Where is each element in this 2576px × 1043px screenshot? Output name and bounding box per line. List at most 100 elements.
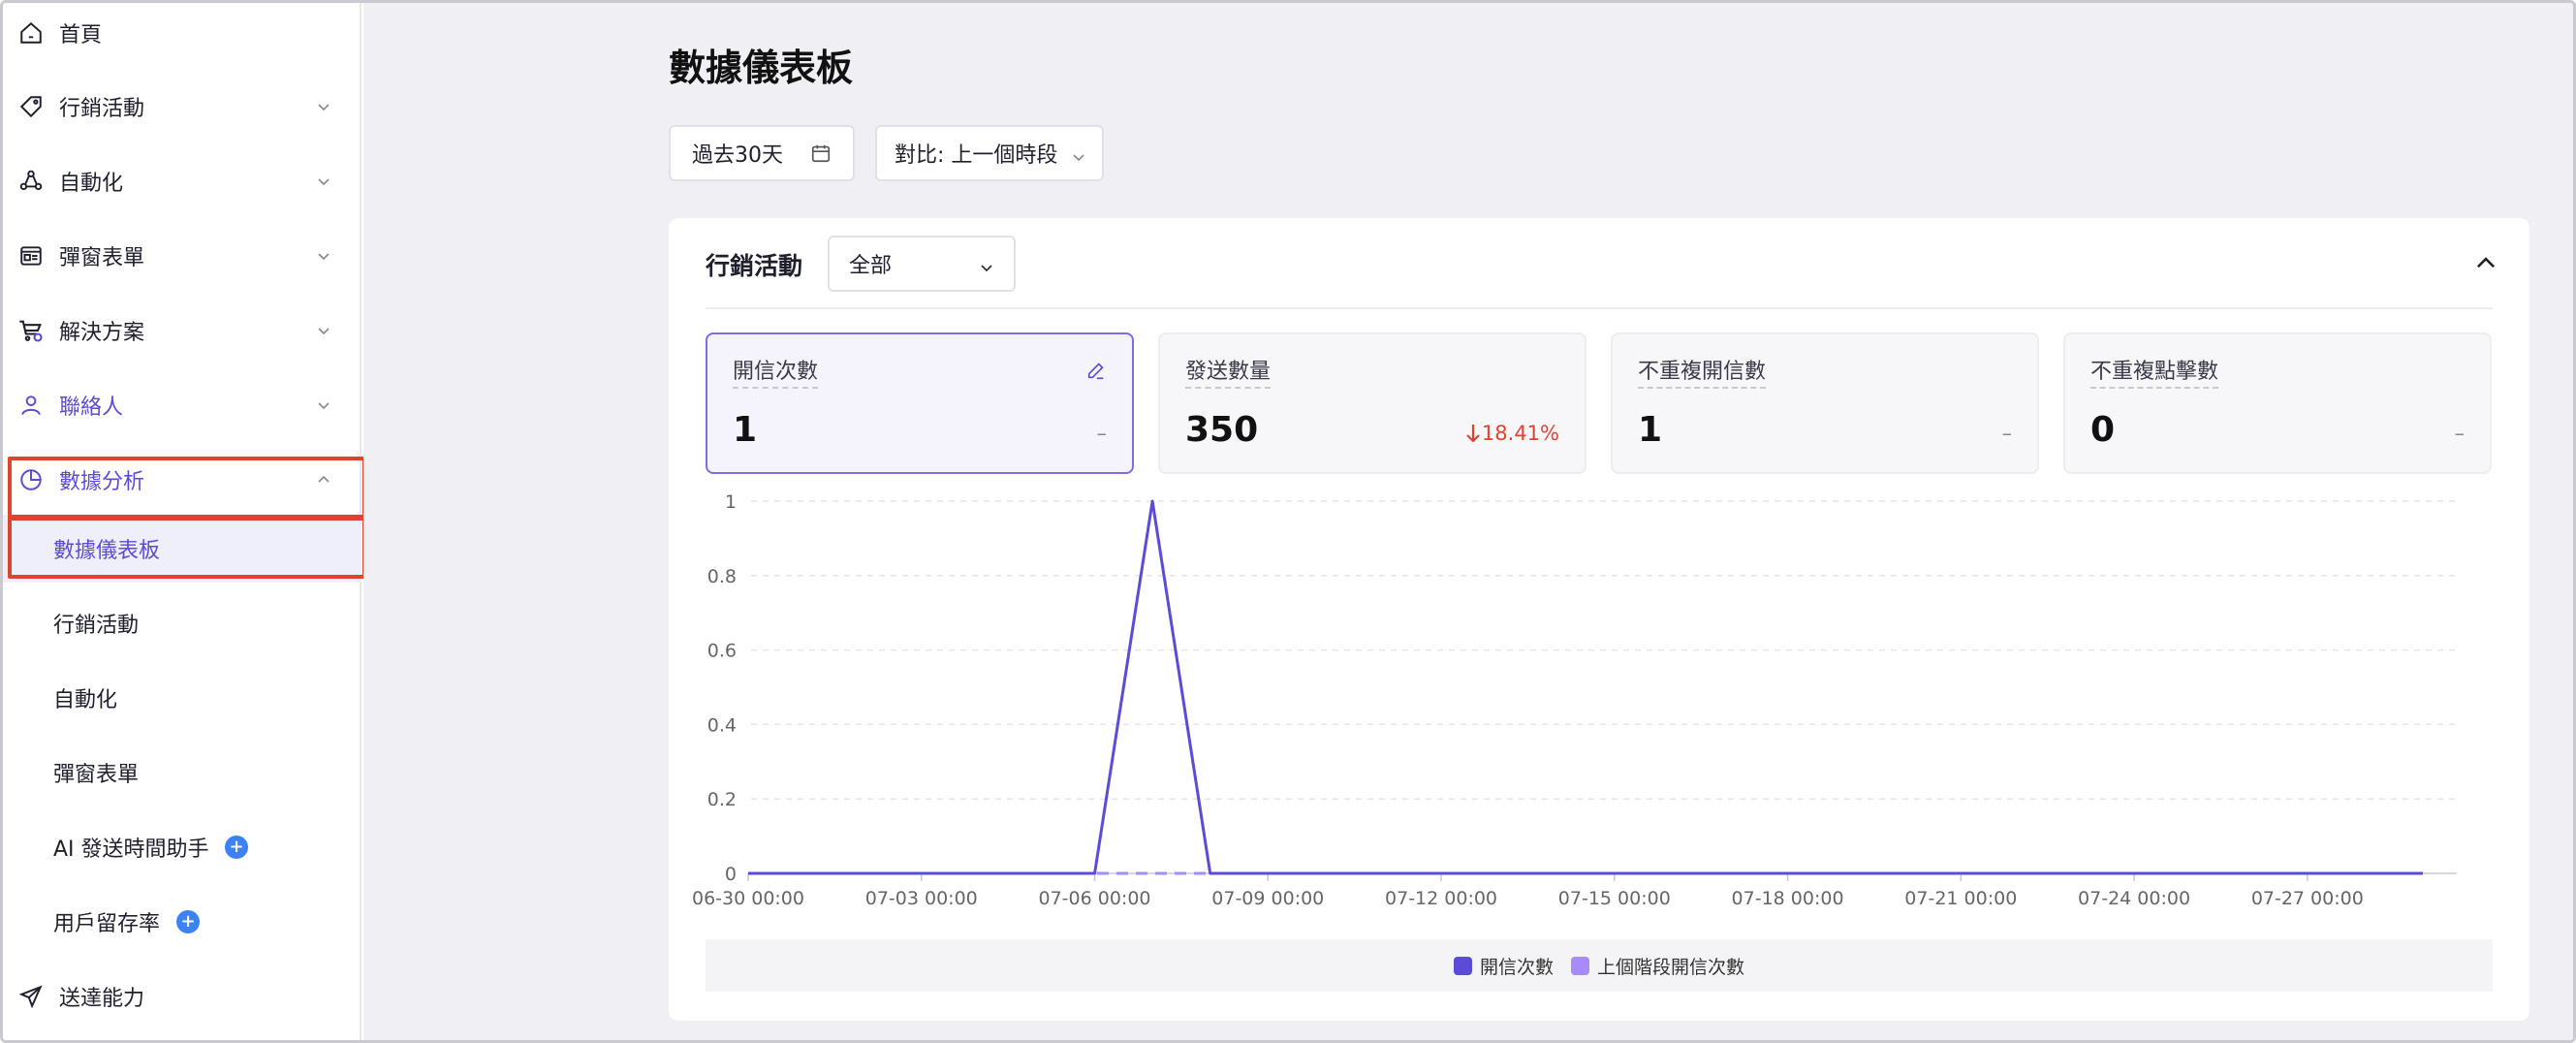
sidebar-item-popup-forms[interactable]: 彈窗表單 bbox=[3, 222, 361, 290]
metric-change: – bbox=[2454, 422, 2466, 445]
cart-icon bbox=[16, 316, 46, 345]
line-chart: 0 0.2 0.4 0.6 0.8 1 06-30 00:00 07-03 00:00 07-0… bbox=[692, 491, 2457, 909]
user-icon bbox=[16, 391, 46, 420]
sidebar-subitem-label: 彈窗表單 bbox=[53, 763, 140, 787]
main-content: 數據儀表板 過去30天 對比: 上一個時段 行銷活動 全部 開信次數 1 – 發… bbox=[363, 3, 2573, 1040]
y-tick-label: 0 bbox=[725, 864, 737, 885]
sidebar-item-label: 數據分析 bbox=[59, 470, 145, 494]
sidebar-subitem-automation[interactable]: 自動化 bbox=[3, 664, 361, 732]
chevron-up-icon bbox=[2476, 257, 2496, 269]
sidebar-item-label: 解決方案 bbox=[59, 321, 145, 345]
x-tick-label: 07-15 00:00 bbox=[1558, 888, 1671, 909]
x-tick-label: 07-24 00:00 bbox=[2078, 888, 2190, 909]
home-icon bbox=[16, 18, 46, 47]
sidebar-item-deliverability[interactable]: 送達能力 bbox=[3, 963, 361, 1030]
y-tick-label: 0.8 bbox=[707, 566, 737, 587]
sidebar-item-solutions[interactable]: 解決方案 bbox=[3, 297, 361, 364]
metric-card-sends[interactable]: 發送數量 350 18.41% bbox=[1158, 332, 1586, 474]
metric-label: 發送數量 bbox=[1185, 354, 1272, 389]
sidebar-subitem-campaigns[interactable]: 行銷活動 bbox=[3, 589, 361, 657]
chevron-down-icon bbox=[315, 98, 332, 115]
send-icon bbox=[16, 982, 46, 1011]
sidebar-subitem-label: 行銷活動 bbox=[53, 614, 140, 638]
metric-change: 18.41% bbox=[1481, 422, 1559, 445]
chevron-up-icon bbox=[315, 471, 332, 489]
form-icon bbox=[16, 241, 46, 270]
collapse-button[interactable] bbox=[2473, 251, 2498, 276]
metric-card-unique-clicks[interactable]: 不重複點擊數 0 – bbox=[2063, 332, 2492, 474]
y-tick-label: 1 bbox=[725, 491, 737, 513]
x-tick-label: 07-21 00:00 bbox=[1904, 888, 2017, 909]
x-tick-label: 07-27 00:00 bbox=[2251, 888, 2364, 909]
x-tick-label: 07-18 00:00 bbox=[1732, 888, 1844, 909]
series-line-current bbox=[748, 499, 2423, 875]
legend-item-previous[interactable]: 上個階段開信次數 bbox=[1571, 953, 1744, 979]
campaign-select-value: 全部 bbox=[849, 254, 893, 278]
pie-chart-icon bbox=[16, 465, 46, 494]
campaign-card: 行銷活動 全部 開信次數 1 – 發送數量 350 18.41% 不重複開信數 … bbox=[669, 218, 2529, 1021]
chevron-down-icon bbox=[1071, 146, 1086, 171]
sidebar-subitem-retention[interactable]: 用戶留存率 + bbox=[3, 888, 361, 956]
metric-label: 開信次數 bbox=[733, 354, 819, 389]
compare-label: 對比: 上一個時段 bbox=[895, 143, 1058, 168]
sidebar-subitem-label: 自動化 bbox=[53, 688, 118, 712]
legend-label: 開信次數 bbox=[1479, 956, 1554, 978]
sidebar-subitem-label: AI 發送時間助手 bbox=[53, 838, 209, 862]
chevron-down-icon bbox=[979, 257, 994, 281]
compare-select[interactable]: 對比: 上一個時段 bbox=[875, 125, 1104, 181]
y-tick-label: 0.2 bbox=[707, 789, 737, 810]
legend-label: 上個階段開信次數 bbox=[1597, 956, 1745, 978]
metric-change-wrap: 18.41% bbox=[1464, 422, 1559, 445]
legend-swatch bbox=[1453, 956, 1472, 975]
metric-value: 350 bbox=[1185, 410, 1259, 450]
sidebar-subitem-label: 數據儀表板 bbox=[53, 539, 161, 563]
metric-value: 0 bbox=[2090, 410, 2116, 450]
metric-card-unique-opens[interactable]: 不重複開信數 1 – bbox=[1611, 332, 2039, 474]
x-tick-label: 07-09 00:00 bbox=[1211, 888, 1324, 909]
chevron-down-icon bbox=[315, 173, 332, 190]
sidebar-subitem-dashboard[interactable]: 數據儀表板 bbox=[3, 515, 361, 583]
y-tick-label: 0.4 bbox=[707, 714, 737, 736]
tag-icon bbox=[16, 92, 46, 121]
sidebar-subitem-label: 用戶留存率 bbox=[53, 912, 161, 936]
metric-value: 1 bbox=[733, 410, 758, 450]
sidebar-subitem-popup-forms[interactable]: 彈窗表單 bbox=[3, 739, 361, 806]
sidebar-subitem-ai-send-time[interactable]: AI 發送時間助手 + bbox=[3, 813, 361, 881]
sidebar-item-label: 彈窗表單 bbox=[59, 246, 145, 270]
sidebar-item-home[interactable]: 首頁 bbox=[3, 3, 361, 67]
divider bbox=[706, 307, 2493, 309]
legend-item-current[interactable]: 開信次數 bbox=[1453, 953, 1554, 979]
metric-label: 不重複開信數 bbox=[1638, 354, 1767, 389]
sidebar-item-label: 送達能力 bbox=[59, 987, 145, 1011]
edit-icon[interactable] bbox=[1085, 360, 1107, 381]
metric-change: – bbox=[2001, 422, 2013, 445]
sidebar-item-label: 聯絡人 bbox=[59, 395, 124, 420]
sidebar-item-contacts[interactable]: 聯絡人 bbox=[3, 371, 361, 439]
metric-value: 1 bbox=[1638, 410, 1663, 450]
card-title: 行銷活動 bbox=[706, 252, 803, 280]
plus-badge-icon: + bbox=[176, 910, 200, 933]
sidebar-item-label: 行銷活動 bbox=[59, 97, 145, 121]
sidebar-item-campaigns[interactable]: 行銷活動 bbox=[3, 73, 361, 141]
arrow-down-icon bbox=[1466, 425, 1480, 443]
x-tick-label: 07-03 00:00 bbox=[865, 888, 978, 909]
chevron-down-icon bbox=[315, 396, 332, 414]
campaign-select[interactable]: 全部 bbox=[828, 236, 1016, 292]
metric-change: – bbox=[1096, 422, 1108, 445]
metric-card-opens[interactable]: 開信次數 1 – bbox=[706, 332, 1134, 474]
legend-swatch bbox=[1571, 956, 1589, 975]
automation-icon bbox=[16, 167, 46, 196]
calendar-icon bbox=[810, 142, 832, 170]
page-title: 數據儀表板 bbox=[669, 47, 854, 89]
x-tick-label: 06-30 00:00 bbox=[692, 888, 804, 909]
chart-legend: 開信次數 上個階段開信次數 bbox=[706, 939, 2493, 992]
x-tick-label: 07-06 00:00 bbox=[1039, 888, 1151, 909]
sidebar: 首頁 行銷活動 自動化 彈窗表單 解決方案 聯絡人 數據分析 數據儀表板 行銷活… bbox=[3, 3, 361, 1040]
sidebar-item-label: 自動化 bbox=[59, 172, 124, 196]
date-range-button[interactable]: 過去30天 bbox=[669, 125, 855, 181]
y-tick-label: 0.6 bbox=[707, 641, 737, 662]
sidebar-item-analytics[interactable]: 數據分析 bbox=[3, 446, 361, 514]
metric-label: 不重複點擊數 bbox=[2090, 354, 2219, 389]
x-tick-label: 07-12 00:00 bbox=[1385, 888, 1497, 909]
sidebar-item-automation[interactable]: 自動化 bbox=[3, 147, 361, 215]
